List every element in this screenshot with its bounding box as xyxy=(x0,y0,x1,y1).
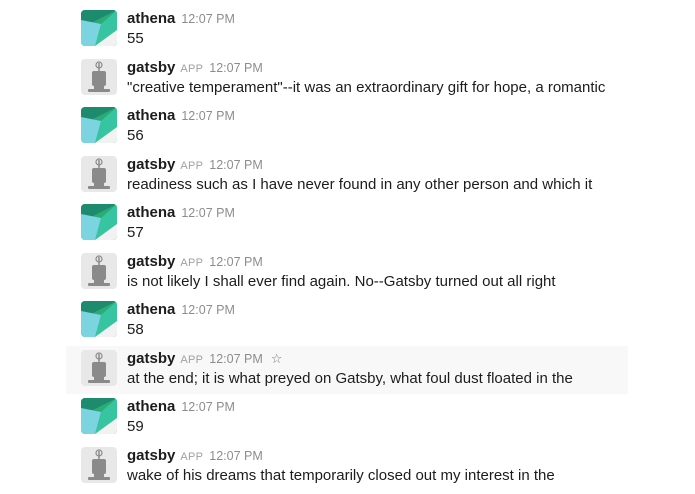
author-name[interactable]: gatsby xyxy=(127,350,175,367)
timestamp[interactable]: 12:07 PM xyxy=(209,61,263,75)
message-gatsby-hovered[interactable]: gatsby APP 12:07 PM ☆ at the end; it is wha… xyxy=(66,346,628,394)
author-name[interactable]: athena xyxy=(127,10,175,27)
message-athena[interactable]: athena 12:07 PM 58 xyxy=(66,297,628,345)
timestamp[interactable]: 12:07 PM xyxy=(209,449,263,463)
message-text: readiness such as I have never found in … xyxy=(127,176,593,193)
app-badge: APP xyxy=(180,63,204,75)
gatsby-bot-avatar[interactable] xyxy=(81,59,117,95)
app-badge: APP xyxy=(180,451,204,463)
timestamp[interactable]: 12:07 PM xyxy=(181,12,235,26)
gatsby-bot-avatar[interactable] xyxy=(81,447,117,483)
athena-avatar[interactable] xyxy=(81,301,117,337)
author-name[interactable]: athena xyxy=(127,107,175,124)
gatsby-bot-avatar[interactable] xyxy=(81,350,117,386)
message-athena[interactable]: athena 12:07 PM 56 xyxy=(66,103,628,151)
message-athena[interactable]: athena 12:07 PM 57 xyxy=(66,200,628,248)
timestamp[interactable]: 12:07 PM xyxy=(181,109,235,123)
message-athena[interactable]: athena 12:07 PM 59 xyxy=(66,394,628,442)
athena-avatar[interactable] xyxy=(81,107,117,143)
message-text: 57 xyxy=(127,224,144,241)
author-name[interactable]: gatsby xyxy=(127,156,175,173)
gatsby-bot-avatar[interactable] xyxy=(81,156,117,192)
timestamp[interactable]: 12:07 PM xyxy=(209,352,263,366)
message-gatsby[interactable]: gatsby APP 12:07 PM wake of his dreams tha… xyxy=(66,443,628,491)
app-badge: APP xyxy=(180,257,204,269)
timestamp[interactable]: 12:07 PM xyxy=(209,255,263,269)
timestamp[interactable]: 12:07 PM xyxy=(209,158,263,172)
timestamp[interactable]: 12:07 PM xyxy=(181,400,235,414)
message-text: 55 xyxy=(127,30,144,47)
author-name[interactable]: gatsby xyxy=(127,253,175,270)
message-gatsby[interactable]: gatsby APP 12:07 PM readiness such as I ha… xyxy=(66,152,628,200)
message-text: 58 xyxy=(127,321,144,338)
author-name[interactable]: athena xyxy=(127,204,175,221)
author-name[interactable]: athena xyxy=(127,301,175,318)
message-text: 59 xyxy=(127,418,144,435)
app-badge: APP xyxy=(180,354,204,366)
message-text: 56 xyxy=(127,127,144,144)
gatsby-bot-avatar[interactable] xyxy=(81,253,117,289)
athena-avatar[interactable] xyxy=(81,10,117,46)
athena-avatar[interactable] xyxy=(81,204,117,240)
message-text: wake of his dreams that temporarily clos… xyxy=(127,467,555,484)
author-name[interactable]: gatsby xyxy=(127,59,175,76)
app-badge: APP xyxy=(180,160,204,172)
message-athena[interactable]: athena 12:07 PM 55 xyxy=(66,6,628,54)
message-text: "creative temperament"--it was an extrao… xyxy=(127,79,606,96)
message-text: at the end; it is what preyed on Gatsby,… xyxy=(127,370,573,387)
athena-avatar[interactable] xyxy=(81,398,117,434)
author-name[interactable]: gatsby xyxy=(127,447,175,464)
timestamp[interactable]: 12:07 PM xyxy=(181,303,235,317)
timestamp[interactable]: 12:07 PM xyxy=(181,206,235,220)
author-name[interactable]: athena xyxy=(127,398,175,415)
message-gatsby[interactable]: gatsby APP 12:07 PM "creative temperament"… xyxy=(66,55,628,103)
message-feed: athena 12:07 PM 55 gatsby APP 12:07 PM "cre… xyxy=(0,0,695,494)
star-outline-icon[interactable]: ☆ xyxy=(271,351,283,366)
message-text: is not likely I shall ever find again. N… xyxy=(127,273,556,290)
message-gatsby[interactable]: gatsby APP 12:07 PM is not likely I shall … xyxy=(66,249,628,297)
